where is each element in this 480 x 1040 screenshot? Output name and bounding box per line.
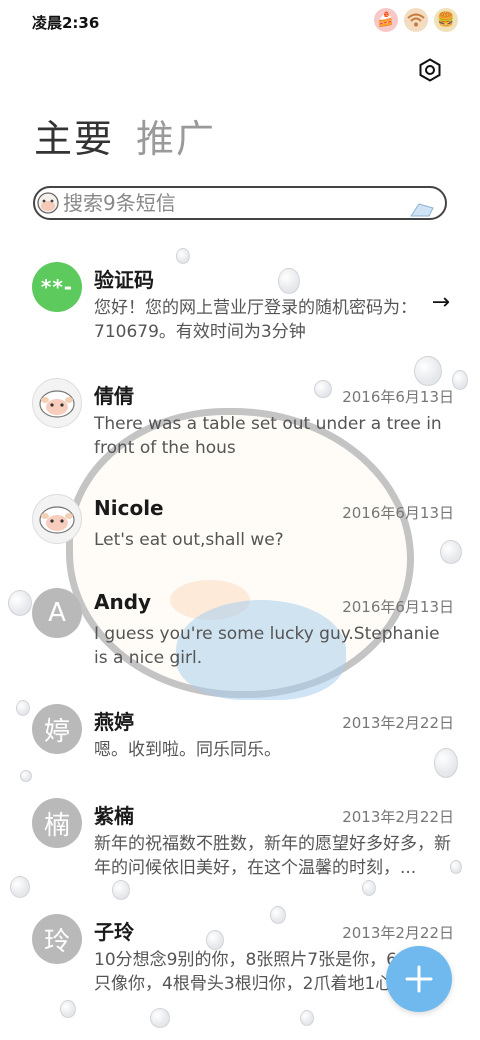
status-icons: 🍰 🍔 [374, 8, 458, 32]
avatar: **- [32, 262, 82, 312]
tab-primary[interactable]: 主要 [34, 108, 114, 163]
sender-name: 子玲 [94, 920, 134, 944]
wifi-icon [404, 8, 428, 32]
sender-name: Andy [94, 590, 152, 614]
message-preview: I guess you're some lucky guy.Stephanie … [94, 624, 440, 668]
message-item[interactable]: 倩倩 2016年6月13日 There was a table set out … [0, 366, 480, 476]
sender-name: 验证码 [94, 268, 154, 292]
message-date: 2016年6月13日 [342, 388, 454, 406]
status-bar: 凌晨2:36 🍰 🍔 [0, 0, 480, 42]
search-input[interactable] [63, 191, 403, 215]
message-date: 2013年2月22日 [342, 808, 454, 826]
sender-name: 燕婷 [94, 710, 134, 734]
message-preview: Let's eat out,shall we? [94, 530, 284, 550]
sender-name: 倩倩 [94, 384, 134, 408]
avatar: A [32, 588, 82, 638]
sheep-avatar-icon [39, 506, 75, 534]
battery-icon: 🍔 [434, 8, 458, 32]
sender-name: 紫楠 [94, 804, 134, 828]
tab-promotions[interactable]: 推广 [136, 108, 216, 163]
plus-icon [405, 965, 433, 993]
message-date: 2013年2月22日 [342, 924, 454, 942]
message-date: 2013年2月22日 [342, 714, 454, 732]
message-item-verification[interactable]: **- 验证码 → 您好！您的网上营业厅登录的随机密码为：710679。有效时间… [0, 250, 480, 360]
message-item[interactable]: A Andy 2016年6月13日 I guess you're some lu… [0, 576, 480, 686]
tab-bar: 主要 推广 [34, 108, 216, 163]
settings-button[interactable] [414, 54, 446, 86]
message-date: 2016年6月13日 [342, 598, 454, 616]
arrow-right-icon[interactable]: → [432, 290, 450, 315]
message-preview: 您好！您的网上营业厅登录的随机密码为：710679。有效时间为3分钟 [94, 298, 417, 342]
cake-icon: 🍰 [374, 8, 398, 32]
status-time: 凌晨2:36 [32, 14, 100, 32]
message-preview: 嗯。收到啦。同乐同乐。 [94, 740, 281, 760]
message-preview: 新年的祝福数不胜数，新年的愿望好多好多，新年的问候依旧美好，在这个温馨的时刻，.… [94, 834, 451, 878]
avatar [32, 494, 82, 544]
avatar: 婷 [32, 704, 82, 754]
sender-name: Nicole [94, 496, 164, 520]
slipper-icon [409, 200, 435, 218]
avatar: 玲 [32, 914, 82, 964]
search-bar[interactable] [33, 186, 447, 220]
message-item[interactable]: 楠 紫楠 2013年2月22日 新年的祝福数不胜数，新年的愿望好多好多，新年的问… [0, 786, 480, 896]
message-date: 2016年6月13日 [342, 504, 454, 522]
sheep-avatar-icon [39, 390, 75, 418]
new-message-button[interactable] [386, 946, 452, 1012]
avatar: 楠 [32, 798, 82, 848]
sheep-icon [35, 190, 61, 216]
message-preview: There was a table set out under a tree i… [94, 414, 442, 458]
settings-icon [419, 58, 441, 82]
avatar [32, 378, 82, 428]
